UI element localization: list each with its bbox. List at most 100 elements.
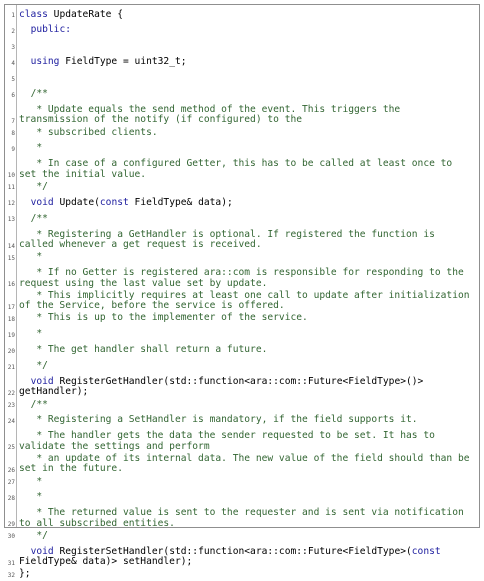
code-text: * The handler gets the data the sender r…: [19, 431, 475, 452]
code-token: FieldType& data);: [128, 196, 233, 208]
code-text: */: [19, 180, 475, 193]
comment-token: */: [19, 529, 48, 541]
code-text: * The returned value is sent to the requ…: [19, 508, 475, 529]
comment-token: /**: [19, 398, 48, 410]
code-text: class UpdateRate {: [19, 8, 475, 21]
comment-token: * This is up to the implementer of the s…: [19, 312, 308, 324]
comment-token: */: [19, 360, 48, 371]
line-number: 23: [7, 402, 15, 410]
comment-token: * If no Getter is registered ara::com is…: [19, 267, 470, 289]
comment-token: */: [19, 180, 48, 192]
comment-token: * The returned value is sent to the requ…: [19, 507, 470, 529]
line-number: 17: [7, 303, 15, 311]
line-number: 1: [11, 12, 15, 20]
line-number: 11: [7, 184, 15, 192]
code-text: * Registering a GetHandler is optional. …: [19, 228, 475, 251]
keyword-token: void: [19, 196, 54, 208]
line-number: 6: [11, 91, 15, 99]
code-text: * The get handler shall return a future.: [19, 344, 475, 356]
line-number: 7: [11, 118, 15, 126]
line-number: 5: [11, 75, 15, 83]
code-token: UpdateRate {: [47, 8, 123, 20]
comment-token: /**: [19, 88, 48, 99]
code-text: *: [19, 143, 475, 154]
line-number: 30: [7, 533, 15, 541]
line-number: 31: [7, 559, 15, 567]
comment-token: * Registering a GetHandler is optional. …: [19, 228, 441, 251]
line-number: 16: [7, 281, 15, 289]
line-number: 32: [7, 571, 15, 579]
comment-token: * an update of its internal data. The ne…: [19, 452, 476, 475]
keyword-token: class: [19, 8, 48, 20]
line-number: 19: [7, 331, 15, 339]
line-number: 13: [7, 216, 15, 224]
comment-token: * subscribed clients.: [19, 126, 158, 138]
code-text: *: [19, 251, 475, 263]
line-number: 24: [7, 417, 15, 425]
code-text: *: [19, 492, 475, 503]
line-number: 3: [11, 43, 15, 51]
line-number: 26: [7, 467, 15, 475]
code-text: void RegisterGetHandler(std::function<ar…: [19, 375, 475, 398]
code-text: * Registering a SetHandler is mandatory,…: [19, 415, 475, 426]
code-text: /**: [19, 88, 475, 100]
code-listing: 1 class UpdateRate { 2 public: 3 4 using Fie…: [4, 4, 480, 579]
code-text: /**: [19, 398, 475, 411]
keyword-token: public:: [19, 24, 71, 36]
code-text: * Update equals the send method of the e…: [19, 103, 475, 126]
comment-token: *: [19, 142, 43, 154]
line-number: 8: [11, 130, 15, 138]
comment-token: * Update equals the send method of the e…: [19, 103, 406, 126]
comment-token: * Registering a SetHandler is mandatory,…: [19, 414, 418, 426]
comment-token: * In case of a configured Getter, this h…: [19, 158, 458, 180]
line-number: 2: [11, 27, 15, 35]
code-text: };: [19, 569, 475, 580]
code-token: FieldType = uint32_t;: [59, 56, 187, 68]
code-text: using FieldType = uint32_t;: [19, 56, 475, 68]
code-token: Update(: [53, 196, 100, 208]
line-number: 27: [7, 479, 15, 487]
line-number: 10: [7, 172, 15, 180]
code-token: RegisterGetHandler(std::function<ara::co…: [19, 375, 430, 398]
code-text: * subscribed clients.: [19, 126, 475, 139]
line-number: 15: [7, 254, 15, 262]
code-token: RegisterSetHandler(std::function<ara::co…: [53, 545, 412, 557]
code-text: public:: [19, 25, 475, 36]
comment-token: * This implicitly requires at least one …: [19, 289, 476, 312]
comment-token: *: [19, 328, 43, 340]
keyword-token: void: [19, 545, 54, 557]
code-text: /**: [19, 212, 475, 225]
keyword-token: const: [411, 545, 441, 557]
line-number: 4: [11, 59, 15, 67]
code-text: *: [19, 328, 475, 340]
comment-token: *: [19, 251, 43, 263]
code-text: * In case of a configured Getter, this h…: [19, 159, 475, 180]
code-text: *: [19, 475, 475, 488]
code-token: };: [19, 568, 31, 580]
code-text: * an update of its internal data. The ne…: [19, 452, 476, 475]
line-number: 29: [7, 521, 15, 529]
comment-token: * The get handler shall return a future.: [19, 344, 268, 356]
line-number: 22: [7, 390, 15, 398]
line-number: 12: [7, 200, 15, 208]
code-text: */: [19, 529, 475, 542]
code-text: void Update(const FieldType& data);: [19, 196, 475, 209]
code-text: * If no Getter is registered ara::com is…: [19, 267, 475, 289]
line-number: 25: [7, 444, 15, 452]
code-text: */: [19, 360, 475, 372]
code-text: * This implicitly requires at least one …: [19, 289, 476, 312]
comment-token: *: [19, 475, 43, 487]
line-number: 28: [7, 494, 15, 502]
code-text: * This is up to the implementer of the s…: [19, 312, 475, 324]
keyword-token: const: [99, 196, 129, 208]
code-text: void RegisterSetHandler(std::function<ar…: [19, 545, 475, 568]
comment-token: * The handler gets the data the sender r…: [19, 430, 441, 452]
line-number: 21: [7, 363, 15, 371]
comment-token: /**: [19, 212, 48, 224]
comment-token: *: [19, 491, 43, 503]
keyword-token: void: [19, 375, 54, 387]
line-number: 20: [7, 347, 15, 355]
line-number: 9: [11, 145, 15, 153]
line-number: 18: [7, 315, 15, 323]
keyword-token: using: [19, 56, 60, 68]
